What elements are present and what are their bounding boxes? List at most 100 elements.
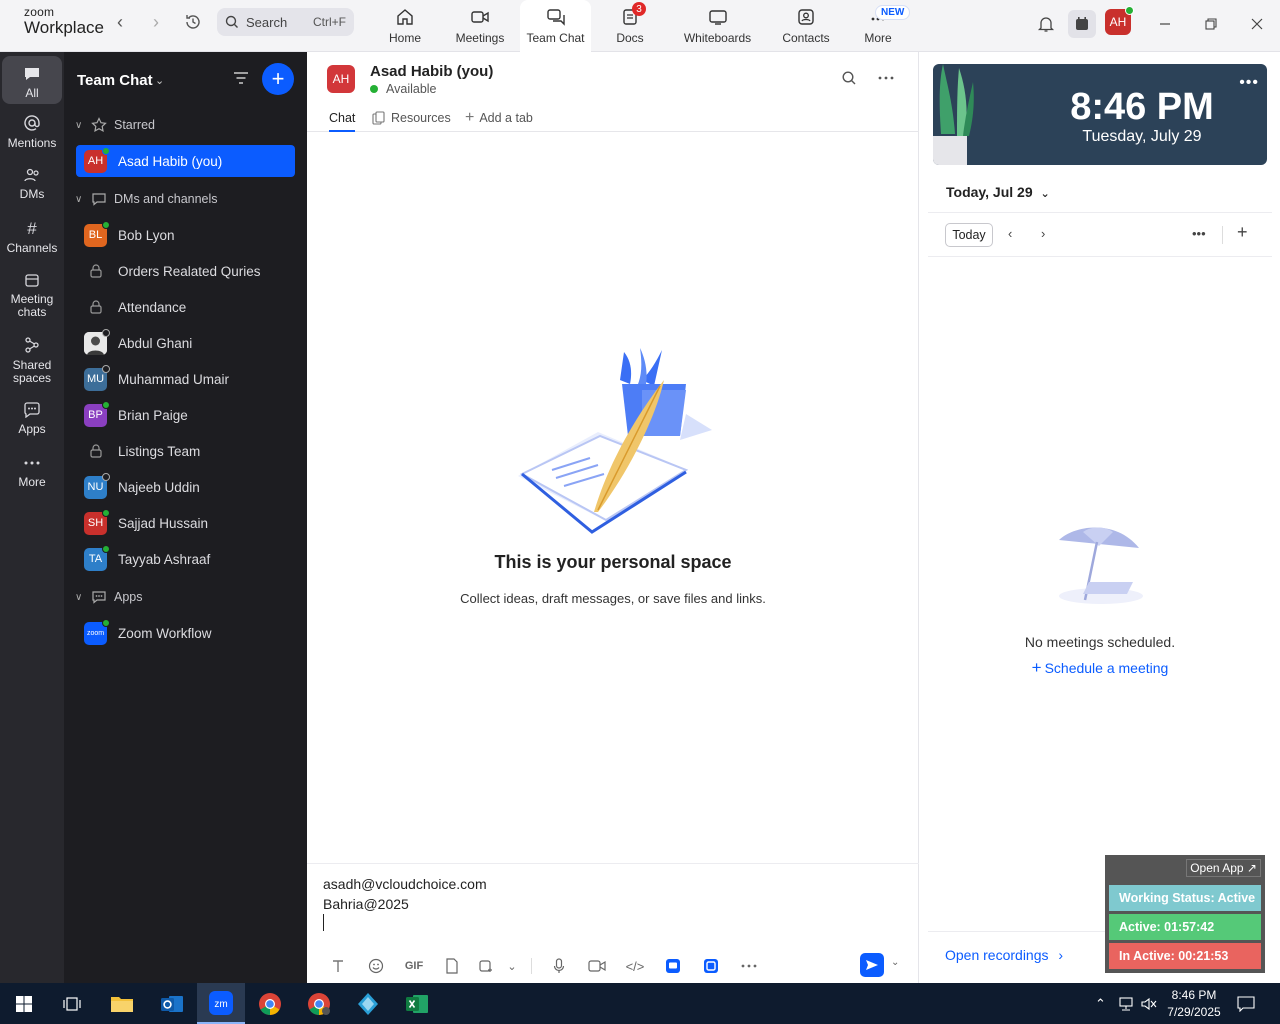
system-clock[interactable]: 8:46 PM 7/29/2025 bbox=[1162, 987, 1226, 1021]
notifications-button[interactable] bbox=[1032, 10, 1060, 38]
tab-resources[interactable]: Resources bbox=[372, 108, 451, 128]
rail-item-shared-spaces[interactable]: Shared spaces bbox=[2, 336, 62, 388]
rail-item-channels[interactable]: # Channels bbox=[2, 220, 62, 260]
tab-docs[interactable]: Docs 3 bbox=[605, 0, 655, 52]
plant-decoration-icon bbox=[933, 64, 974, 165]
close-button[interactable] bbox=[1243, 10, 1271, 38]
screenshot-button[interactable] bbox=[471, 958, 501, 974]
today-button[interactable]: Today bbox=[945, 223, 993, 247]
outlook-button[interactable] bbox=[148, 983, 196, 1024]
chrome-button[interactable] bbox=[246, 983, 294, 1024]
emoji-button[interactable] bbox=[357, 958, 395, 974]
chevron-right-icon: › bbox=[1058, 947, 1064, 963]
gif-button[interactable]: GIF bbox=[395, 960, 433, 972]
chat-row-tayyab-ashraaf[interactable]: TA Tayyab Ashraaf bbox=[76, 543, 295, 575]
draft-text[interactable]: asadh@vcloudchoice.com Bahria@2025 bbox=[323, 874, 487, 914]
tab-contacts[interactable]: Contacts bbox=[776, 0, 836, 52]
schedule-meeting-link[interactable]: + Schedule a meeting bbox=[920, 658, 1280, 678]
tab-more[interactable]: More NEW bbox=[855, 0, 911, 52]
tab-meetings[interactable]: Meetings bbox=[448, 0, 512, 52]
excel-button[interactable] bbox=[393, 983, 441, 1024]
format-text-button[interactable] bbox=[319, 959, 357, 973]
tab-label: Contacts bbox=[782, 31, 830, 45]
add-tab-button[interactable]: + Add a tab bbox=[465, 108, 533, 128]
new-chat-button[interactable]: + bbox=[262, 63, 294, 95]
send-button[interactable] bbox=[860, 953, 884, 977]
chat-row-zoom-workflow[interactable]: zoom Zoom Workflow bbox=[76, 617, 295, 649]
chat-row-najeeb-uddin[interactable]: NU Najeeb Uddin bbox=[76, 471, 295, 503]
section-dms-channels[interactable]: ∨ DMs and channels bbox=[75, 189, 218, 209]
action-center-button[interactable] bbox=[1237, 983, 1255, 1024]
folder-icon bbox=[111, 996, 133, 1012]
send-options-button[interactable]: ⌄ bbox=[891, 957, 899, 968]
chat-row-muhammad-umair[interactable]: MU Muhammad Umair bbox=[76, 363, 295, 395]
message-composer[interactable]: asadh@vcloudchoice.com Bahria@2025 GIF ⌄… bbox=[307, 863, 919, 983]
chat-row-bob-lyon[interactable]: BL Bob Lyon bbox=[76, 219, 295, 251]
screenshot-options-button[interactable]: ⌄ bbox=[501, 960, 523, 973]
rail-item-meeting-chats[interactable]: Meeting chats bbox=[2, 272, 62, 324]
zoom-taskbar-button[interactable]: zm bbox=[197, 983, 245, 1024]
chat-row-abdul-ghani[interactable]: Abdul Ghani bbox=[76, 327, 295, 359]
next-day-button[interactable]: › bbox=[1041, 226, 1045, 241]
profile-avatar[interactable]: AH bbox=[1105, 6, 1134, 35]
code-snippet-button[interactable]: </> bbox=[616, 959, 654, 974]
home-icon bbox=[397, 9, 413, 25]
chat-row-asad-habib[interactable]: AH Asad Habib (you) bbox=[76, 145, 295, 177]
chrome-profile-button[interactable] bbox=[295, 983, 343, 1024]
clock-more-button[interactable]: ••• bbox=[1239, 74, 1259, 92]
rail-item-more[interactable]: More bbox=[2, 455, 62, 495]
video-message-button[interactable] bbox=[578, 959, 616, 973]
app-diamond-button[interactable] bbox=[344, 983, 392, 1024]
section-starred[interactable]: ∨ Starred bbox=[75, 115, 155, 135]
chat-row-attendance[interactable]: Attendance bbox=[76, 291, 295, 323]
open-app-button[interactable]: Open App ↗ bbox=[1186, 859, 1261, 877]
back-button[interactable]: ‹ bbox=[106, 10, 134, 34]
rail-item-mentions[interactable]: Mentions bbox=[2, 114, 62, 158]
app-button-one[interactable] bbox=[654, 958, 692, 974]
chat-more-button[interactable] bbox=[877, 70, 895, 89]
tab-chat[interactable]: Chat bbox=[329, 108, 356, 132]
history-button[interactable] bbox=[179, 10, 207, 34]
filter-button[interactable] bbox=[232, 70, 250, 89]
search-box[interactable]: Search Ctrl+F bbox=[217, 8, 354, 36]
rail-item-apps[interactable]: Apps bbox=[2, 402, 62, 442]
show-hidden-icons-button[interactable]: ⌃ bbox=[1095, 983, 1106, 1024]
chat-row-listings-team[interactable]: Listings Team bbox=[76, 435, 295, 467]
rail-item-all[interactable]: All bbox=[2, 56, 62, 104]
composer-more-button[interactable] bbox=[730, 963, 768, 969]
chat-search-button[interactable] bbox=[841, 70, 857, 89]
chat-row-brian-paige[interactable]: BP Brian Paige bbox=[76, 399, 295, 431]
draft-line: asadh@vcloudchoice.com bbox=[323, 876, 487, 892]
restore-button[interactable] bbox=[1197, 10, 1225, 38]
task-view-button[interactable] bbox=[48, 983, 96, 1024]
calendar-more-button[interactable]: ••• bbox=[1192, 226, 1206, 241]
tab-whiteboards[interactable]: Whiteboards bbox=[680, 0, 755, 52]
app-button-two[interactable] bbox=[692, 958, 730, 974]
chat-header-name[interactable]: Asad Habib (you) bbox=[370, 63, 493, 80]
chat-row-sajjad-hussain[interactable]: SH Sajjad Hussain bbox=[76, 507, 295, 539]
add-event-button[interactable]: + bbox=[1237, 222, 1248, 243]
plus-icon: + bbox=[1031, 658, 1042, 677]
section-apps[interactable]: ∨ Apps bbox=[75, 587, 143, 607]
chevron-down-icon[interactable]: ⌄ bbox=[155, 74, 164, 87]
forward-button[interactable]: › bbox=[142, 10, 170, 34]
chat-row-orders-channel[interactable]: Orders Realated Quries bbox=[76, 255, 295, 287]
rail-item-dms[interactable]: DMs bbox=[2, 167, 62, 207]
network-button[interactable] bbox=[1117, 983, 1135, 1024]
volume-button[interactable] bbox=[1141, 983, 1157, 1024]
chat-list-title[interactable]: Team Chat bbox=[77, 72, 153, 89]
tab-home[interactable]: Home bbox=[375, 0, 435, 52]
file-explorer-button[interactable] bbox=[98, 983, 146, 1024]
tab-team-chat[interactable]: Team Chat bbox=[520, 0, 591, 52]
minimize-button[interactable] bbox=[1151, 10, 1179, 38]
video-icon bbox=[588, 960, 606, 972]
open-recordings-link[interactable]: Open recordings › bbox=[945, 947, 1063, 963]
calendar-date-picker[interactable]: Today, Jul 29 ⌄ bbox=[946, 184, 1050, 200]
previous-day-button[interactable]: ‹ bbox=[1008, 226, 1012, 241]
avatar: SH bbox=[84, 508, 110, 535]
chat-header-avatar[interactable]: AH bbox=[327, 65, 355, 93]
attach-file-button[interactable] bbox=[433, 958, 471, 974]
calendar-app-button[interactable] bbox=[1068, 10, 1096, 38]
audio-message-button[interactable] bbox=[540, 958, 578, 974]
start-button[interactable] bbox=[0, 983, 48, 1024]
